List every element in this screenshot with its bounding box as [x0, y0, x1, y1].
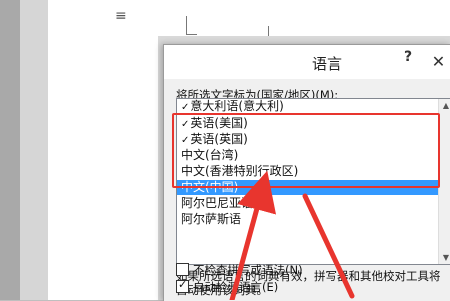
dialog-title-bar[interactable]: 语言 ? ✕: [164, 45, 450, 79]
document-page-mark: ≡: [115, 8, 127, 24]
no-proofing-label: 不检查拼写或语法(N): [193, 263, 303, 277]
checkbox-box[interactable]: [176, 263, 189, 276]
list-item[interactable]: 阿尔萨斯语: [177, 212, 441, 227]
scroll-up-icon[interactable]: ▲: [443, 101, 449, 110]
list-item[interactable]: ✓意大利语(意大利): [177, 99, 441, 114]
detect-language-checkbox[interactable]: 自动检测语言(E): [176, 278, 279, 295]
list-item-label: 意大利语(意大利): [190, 99, 284, 113]
scroll-down-icon[interactable]: ▼: [443, 253, 449, 262]
background-margin: [20, 0, 48, 300]
document-tick-mark: [268, 26, 269, 36]
help-button[interactable]: ?: [404, 49, 412, 65]
list-item[interactable]: 阿尔巴尼亚语: [177, 196, 441, 211]
checkbox-box-checked[interactable]: [176, 278, 189, 293]
list-item-label: 阿尔巴尼亚语: [181, 196, 254, 210]
document-top-area: [158, 0, 450, 36]
list-item-label: 阿尔萨斯语: [181, 212, 242, 226]
annotation-highlight-box: [172, 113, 440, 188]
close-button[interactable]: ✕: [426, 51, 450, 73]
background-left-strip: [0, 0, 20, 300]
document-page: ≡: [48, 0, 158, 300]
dialog-title: 语言: [312, 55, 343, 73]
document-corner-mark: [186, 16, 197, 35]
detect-language-label: 自动检测语言(E): [193, 280, 279, 294]
spellcheck-icon: ✓: [181, 102, 190, 113]
no-proofing-checkbox[interactable]: 不检查拼写或语法(N): [176, 262, 303, 278]
